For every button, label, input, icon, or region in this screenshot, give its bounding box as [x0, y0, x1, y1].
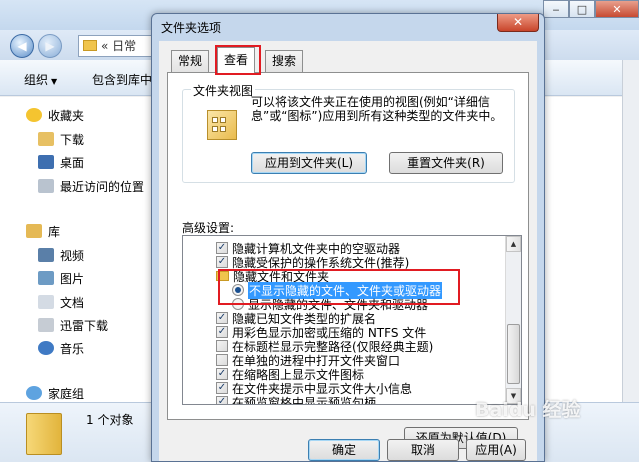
apply-button[interactable]: 应用(A)	[466, 439, 526, 461]
desktop-icon	[38, 155, 54, 169]
advanced-settings-label: 高级设置:	[182, 221, 235, 235]
video-icon	[38, 248, 54, 262]
nav-favorites[interactable]: 收藏夹	[26, 105, 84, 125]
dialog-title: 文件夹选项	[161, 21, 222, 35]
nav-documents[interactable]: 文档	[38, 292, 84, 312]
nav-music[interactable]: 音乐	[38, 338, 84, 358]
nav-videos[interactable]: 视频	[38, 245, 84, 265]
checkbox-checked-icon[interactable]: ✓	[216, 242, 228, 254]
library-icon	[26, 224, 42, 238]
checkbox-checked-icon[interactable]: ✓	[216, 368, 228, 380]
nav-thunder-downloads[interactable]: 迅雷下载	[38, 315, 108, 335]
star-icon	[26, 108, 42, 122]
nav-label: 下载	[60, 132, 85, 147]
nav-label: 最近访问的位置	[60, 179, 145, 194]
recent-places-icon	[38, 179, 54, 193]
homegroup-icon	[26, 386, 42, 400]
checkbox-checked-icon[interactable]: ✓	[216, 382, 228, 394]
window-controls: ‒ □ ✕	[543, 0, 639, 18]
checkbox-unchecked-icon[interactable]	[216, 340, 228, 352]
nav-downloads[interactable]: 下载	[38, 129, 84, 149]
checkbox-checked-icon[interactable]: ✓	[216, 326, 228, 338]
address-bar[interactable]: « 日常	[78, 35, 158, 57]
navigation-pane: 收藏夹 下载 桌面 最近访问的位置 库 视频 图片 文档 迅雷下载 音乐 家庭组	[0, 97, 152, 402]
nav-label: 视频	[60, 248, 85, 263]
nav-recent-places[interactable]: 最近访问的位置	[38, 176, 144, 196]
nav-label: 收藏夹	[48, 108, 85, 123]
tab-search[interactable]: 搜索	[265, 50, 304, 72]
document-icon	[38, 295, 54, 309]
folder-views-group: 文件夹视图 可以将该文件夹正在使用的视图(例如“详细信息”或“图标”)应用到所有…	[182, 82, 515, 183]
cancel-button[interactable]: 取消	[387, 439, 459, 461]
nav-homegroup[interactable]: 家庭组	[26, 383, 84, 403]
include-label: 包含到库中	[92, 73, 153, 87]
organize-button[interactable]: 组织 ▼	[24, 71, 57, 88]
folder-icon	[26, 413, 62, 455]
nav-label: 迅雷下载	[60, 318, 109, 333]
address-text: « 日常	[101, 39, 137, 53]
thunder-download-icon	[38, 318, 54, 332]
status-text: 1 个对象	[86, 413, 134, 427]
close-icon[interactable]: ✕	[497, 14, 539, 32]
checkbox-checked-icon[interactable]: ✓	[216, 312, 228, 324]
baidu-jingyan-watermark: Baidu 经验	[475, 399, 581, 421]
folder-icon	[83, 40, 97, 51]
music-icon	[38, 341, 54, 355]
nav-label: 桌面	[60, 155, 85, 170]
folder-views-description: 可以将该文件夹正在使用的视图(例如“详细信息”或“图标”)应用到所有这种类型的文…	[251, 95, 503, 123]
checkbox-checked-icon[interactable]: ✓	[216, 256, 228, 268]
download-folder-icon	[38, 132, 54, 146]
nav-label: 音乐	[60, 341, 85, 356]
close-window-icon[interactable]: ✕	[595, 0, 639, 18]
explorer-scrollbar[interactable]	[622, 60, 639, 402]
maximize-icon[interactable]: □	[569, 0, 595, 18]
scroll-thumb[interactable]	[507, 324, 520, 384]
radio-unselected-icon[interactable]	[232, 298, 244, 310]
checkbox-unchecked-icon[interactable]	[216, 354, 228, 366]
radio-selected-icon[interactable]	[232, 284, 244, 296]
apply-to-folders-button[interactable]: 应用到文件夹(L)	[251, 152, 367, 174]
setting-preview-handlers[interactable]: ✓ 在预览窗格中显示预览句柄	[216, 395, 377, 405]
picture-icon	[38, 271, 54, 285]
nav-libraries[interactable]: 库	[26, 221, 60, 241]
include-in-library-button[interactable]: 包含到库中	[92, 71, 152, 88]
scroll-up-icon[interactable]: ▲	[506, 236, 521, 252]
tab-view[interactable]: 查看	[217, 47, 256, 73]
chevron-down-icon: ▼	[51, 77, 58, 86]
setting-label: 在预览窗格中显示预览句柄	[232, 395, 377, 405]
checkbox-checked-icon[interactable]: ✓	[216, 396, 228, 404]
nav-desktop[interactable]: 桌面	[38, 152, 84, 172]
back-arrow-icon[interactable]: ◀	[10, 34, 34, 58]
folder-view-icon	[207, 110, 237, 140]
organize-label: 组织	[24, 73, 49, 87]
settings-scrollbar[interactable]: ▲ ▼	[505, 236, 521, 404]
nav-pictures[interactable]: 图片	[38, 268, 84, 288]
folder-views-legend: 文件夹视图	[191, 82, 256, 99]
nav-label: 文档	[60, 295, 85, 310]
advanced-settings-tree[interactable]: ✓ 隐藏计算机文件夹中的空驱动器 ✓ 隐藏受保护的操作系统文件(推荐) 隐藏文件和文…	[182, 235, 522, 405]
view-tab-panel: 文件夹视图 可以将该文件夹正在使用的视图(例如“详细信息”或“图标”)应用到所有…	[167, 72, 529, 449]
folder-icon	[216, 271, 229, 281]
nav-label: 库	[48, 224, 61, 239]
reset-folders-button[interactable]: 重置文件夹(R)	[389, 152, 503, 174]
tab-general[interactable]: 常规	[171, 50, 210, 72]
forward-arrow-icon[interactable]: ▶	[38, 34, 62, 58]
ok-button[interactable]: 确定	[308, 439, 380, 461]
minimize-icon[interactable]: ‒	[543, 0, 569, 18]
nav-label: 图片	[60, 271, 85, 286]
nav-label: 家庭组	[48, 386, 85, 401]
